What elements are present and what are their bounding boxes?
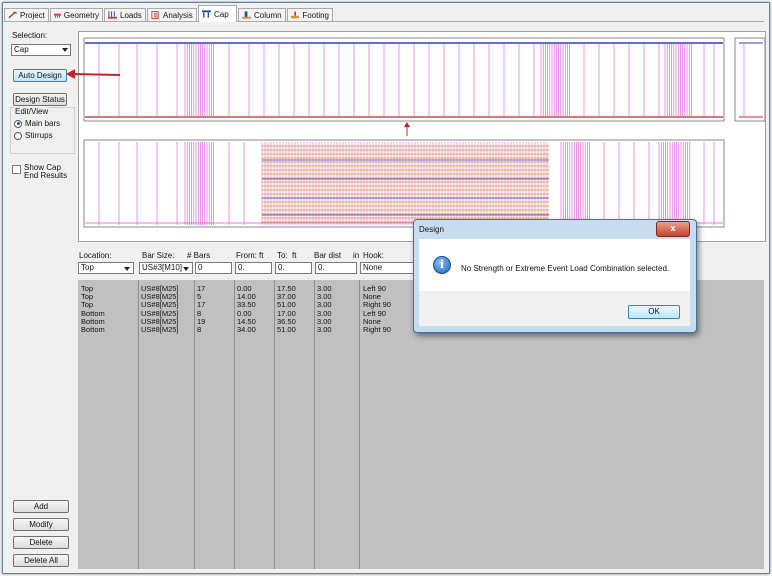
hook-header: Hook: bbox=[363, 251, 384, 260]
table-cell: 0.00 bbox=[237, 308, 252, 318]
table-cell: Bottom bbox=[81, 325, 105, 334]
bar-dist-input[interactable]: 0. bbox=[315, 262, 357, 274]
num-bars-input[interactable]: 0 bbox=[195, 262, 232, 274]
table-cell: US#8[M25] bbox=[141, 300, 179, 310]
bar-size-value: US#3[M10] bbox=[142, 263, 183, 272]
ok-button[interactable]: OK bbox=[628, 305, 680, 319]
to-header: To: bbox=[277, 251, 288, 260]
hook-dropdown[interactable]: None bbox=[360, 262, 415, 274]
dialog-title: Design bbox=[419, 225, 444, 234]
tab-label: Cap bbox=[214, 9, 229, 19]
table-cell: Left 90 bbox=[363, 308, 386, 318]
num-bars-header: # Bars bbox=[187, 251, 211, 260]
bar-dist-unit: in bbox=[353, 251, 360, 260]
annotation-arrow-auto-design bbox=[66, 69, 121, 79]
cap-icon bbox=[202, 10, 211, 18]
dialog-footer: OK bbox=[419, 291, 690, 326]
table-cell: 8 bbox=[197, 308, 202, 318]
from-unit: ft bbox=[259, 251, 264, 260]
location-header: Location: bbox=[79, 251, 112, 260]
from-input[interactable]: 0. bbox=[235, 262, 272, 274]
info-icon: i bbox=[433, 256, 451, 274]
table-cell: US#8[M25] bbox=[141, 325, 179, 334]
table-cell: 8 bbox=[197, 325, 202, 334]
column-divider bbox=[274, 280, 275, 569]
table-cell: 51.00 bbox=[277, 300, 296, 310]
bar-dist-header: Bar dist bbox=[314, 251, 342, 260]
table-cell: Bottom bbox=[81, 308, 105, 318]
tab-cap[interactable]: Cap bbox=[198, 5, 237, 22]
design-dialog: Design x i No Strength or Extreme Event … bbox=[413, 219, 697, 333]
table-cell: Right 90 bbox=[363, 300, 391, 310]
table-cell: Top bbox=[81, 300, 94, 310]
column-divider bbox=[138, 280, 139, 569]
column-divider bbox=[314, 280, 315, 569]
dialog-body: i No Strength or Extreme Event Load Comb… bbox=[419, 239, 690, 291]
from-header: From: bbox=[236, 251, 257, 260]
column-divider bbox=[234, 280, 235, 569]
dialog-message: No Strength or Extreme Event Load Combin… bbox=[461, 264, 670, 273]
bar-size-header: Bar Size: bbox=[142, 251, 175, 260]
table-cell: 17 bbox=[197, 300, 206, 310]
location-value: Top bbox=[81, 263, 94, 272]
chevron-down-icon bbox=[124, 267, 130, 271]
table-cell: 51.00 bbox=[277, 325, 296, 334]
to-unit: ft bbox=[292, 251, 297, 260]
column-divider bbox=[194, 280, 195, 569]
table-cell: US#8[M25] bbox=[141, 308, 179, 318]
bar-size-dropdown[interactable]: US#3[M10] bbox=[139, 262, 193, 274]
chevron-down-icon bbox=[183, 267, 189, 271]
table-cell: 3.00 bbox=[317, 308, 332, 318]
dialog-close-button[interactable]: x bbox=[656, 221, 690, 237]
location-dropdown[interactable]: Top bbox=[78, 262, 134, 274]
to-input[interactable]: 0. bbox=[275, 262, 312, 274]
table-cell: 3.00 bbox=[317, 325, 332, 334]
table-cell: 17.00 bbox=[277, 308, 296, 318]
table-cell: 3.00 bbox=[317, 300, 332, 310]
table-cell: Right 90 bbox=[363, 325, 391, 334]
column-divider bbox=[359, 280, 360, 569]
table-cell: 34.00 bbox=[237, 325, 256, 334]
table-cell: 33.50 bbox=[237, 300, 256, 310]
